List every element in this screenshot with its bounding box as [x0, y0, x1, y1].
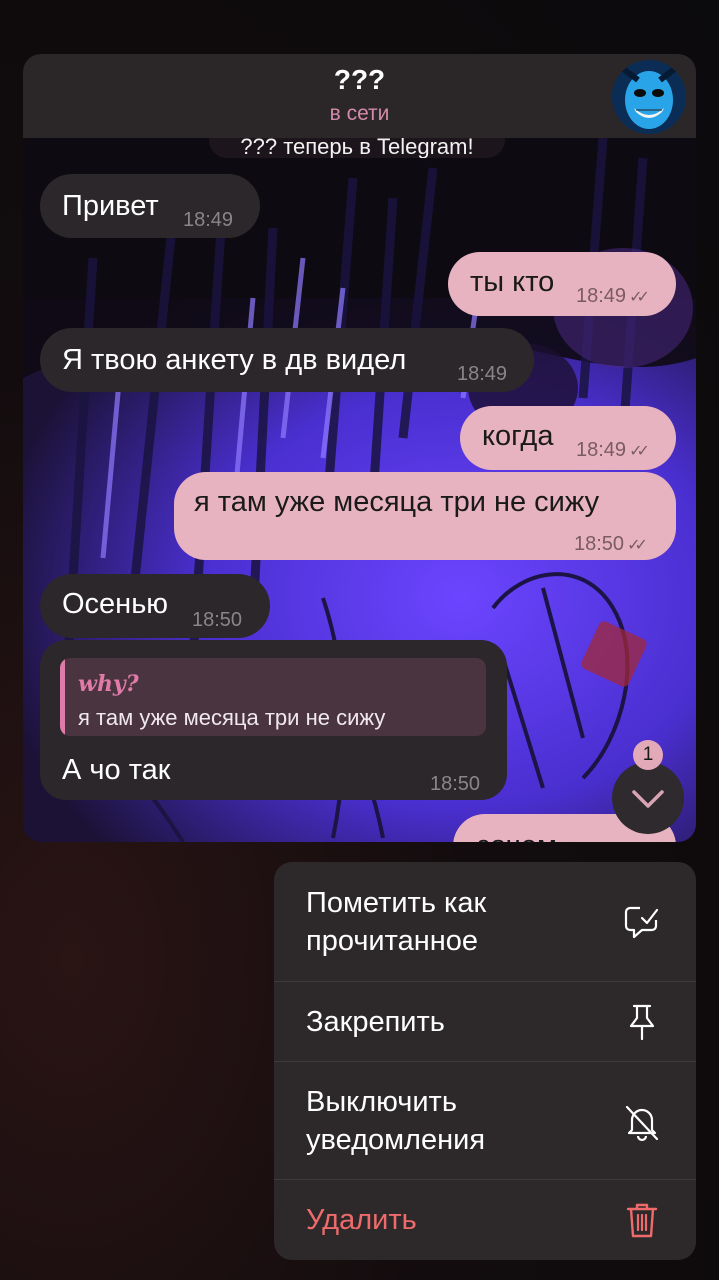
chat-preview[interactable]: ??? в сети ??? теперь в Telegram! Привет…	[23, 54, 696, 842]
message-time: 18:50	[430, 773, 481, 795]
menu-item-label: Пометить как прочитанное	[306, 887, 487, 957]
context-menu: Пометить как прочитанное Закрепить Выклю…	[274, 862, 696, 1260]
menu-item-label: Закрепить	[306, 1006, 445, 1038]
message-text: Осенью	[62, 588, 169, 620]
double-check-icon: ✓✓	[627, 537, 648, 554]
message-text: я там уже месяца три не сижу	[194, 486, 600, 518]
reply-text: я там уже месяца три не сижу	[78, 705, 386, 730]
menu-item-label: Удалить	[306, 1204, 417, 1236]
reply-accent-bar	[60, 658, 65, 736]
message-time: 18:49	[576, 439, 627, 461]
menu-item-delete[interactable]: Удалить	[274, 1180, 696, 1260]
reply-quote[interactable]: why? я там уже месяца три не сижу	[60, 658, 486, 736]
mark-read-icon	[624, 906, 659, 939]
double-check-icon: ✓✓	[629, 443, 650, 460]
outgoing-message[interactable]: я там уже месяца три не сижу 18:50 ✓✓	[174, 472, 676, 560]
bell-off-icon	[625, 1105, 659, 1142]
unread-badge: 1	[633, 740, 663, 770]
message-time: 18:50	[574, 533, 625, 555]
pin-icon	[629, 1004, 655, 1041]
menu-item-label: Выключить уведомления	[306, 1086, 486, 1156]
message-text: когда	[482, 420, 554, 452]
outgoing-message[interactable]: когда 18:49 ✓✓	[460, 406, 676, 470]
menu-item-mute[interactable]: Выключить уведомления	[274, 1062, 696, 1180]
menu-item-pin[interactable]: Закрепить	[274, 982, 696, 1062]
message-time: 18:49	[183, 209, 234, 231]
incoming-message[interactable]: Привет 18:49	[40, 174, 260, 238]
scroll-down-button[interactable]	[612, 762, 684, 834]
trash-icon	[626, 1203, 658, 1238]
incoming-message[interactable]: Я твою анкету в дв видел 18:49	[40, 328, 534, 392]
outgoing-message[interactable]: ты кто 18:49 ✓✓	[448, 252, 676, 316]
incoming-reply-message[interactable]: why? я там уже месяца три не сижу А чо т…	[40, 640, 507, 800]
message-time: 18:49	[576, 285, 627, 307]
message-text: Я твою анкету в дв видел	[62, 344, 407, 376]
online-status: в сети	[329, 102, 390, 125]
double-check-icon: ✓✓	[629, 289, 650, 306]
chevron-down-icon	[632, 790, 664, 808]
incoming-message[interactable]: Осенью 18:50	[40, 574, 270, 638]
message-time: 18:49	[457, 363, 508, 385]
message-time: 18:50	[192, 609, 243, 631]
avatar-image	[612, 60, 686, 134]
message-text: ты кто	[470, 266, 555, 298]
menu-item-mark-read[interactable]: Пометить как прочитанное	[274, 862, 696, 982]
message-text: зачем	[477, 828, 557, 842]
chat-title[interactable]: ???	[23, 64, 696, 96]
message-text: Привет	[62, 190, 159, 222]
reply-author: why?	[78, 671, 139, 697]
message-text: А чо так	[62, 754, 171, 786]
chat-header: ??? в сети	[23, 54, 696, 138]
avatar[interactable]	[612, 60, 686, 134]
